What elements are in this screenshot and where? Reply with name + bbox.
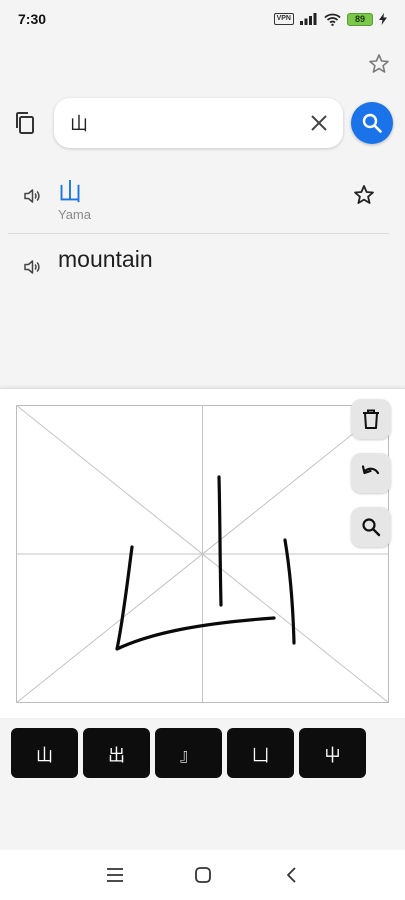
search-icon bbox=[362, 113, 382, 133]
wifi-icon bbox=[324, 13, 341, 26]
favorite-star-icon[interactable] bbox=[352, 183, 376, 207]
translation-text: mountain bbox=[58, 246, 153, 272]
handwriting-panel bbox=[0, 388, 405, 718]
undo-button[interactable] bbox=[351, 453, 391, 493]
translate-screen: 7:30 VPN 89 山 山 Yama mountain 山 出 』 凵 屮 bbox=[0, 0, 405, 900]
result-divider bbox=[8, 233, 389, 234]
search-field[interactable]: 山 bbox=[54, 98, 343, 148]
speaker-icon[interactable] bbox=[22, 186, 42, 206]
candidate-list: 山 出 』 凵 屮 bbox=[11, 728, 366, 778]
vpn-badge: VPN bbox=[273, 13, 294, 25]
undo-icon bbox=[361, 465, 380, 475]
status-time: 7:30 bbox=[18, 11, 47, 27]
clear-icon[interactable] bbox=[307, 111, 331, 135]
copy-icon[interactable] bbox=[12, 110, 38, 136]
delete-button[interactable] bbox=[351, 399, 391, 439]
trash-icon bbox=[363, 409, 379, 429]
home-nav-icon[interactable] bbox=[192, 864, 214, 886]
candidate-button[interactable]: 屮 bbox=[299, 728, 366, 778]
search-button[interactable] bbox=[351, 102, 393, 144]
candidate-button[interactable]: 出 bbox=[83, 728, 150, 778]
romanization-text: Yama bbox=[58, 207, 91, 222]
speaker-icon[interactable] bbox=[22, 257, 42, 277]
system-nav-bar bbox=[0, 850, 405, 900]
status-icons: VPN 89 bbox=[273, 12, 387, 26]
back-nav-icon[interactable] bbox=[280, 864, 302, 886]
search-icon bbox=[362, 518, 381, 537]
battery-indicator: 89 bbox=[347, 12, 373, 26]
status-bar: 7:30 VPN 89 bbox=[0, 0, 405, 38]
candidate-button[interactable]: 』 bbox=[155, 728, 222, 778]
signal-icon bbox=[300, 13, 318, 25]
handwriting-search-button[interactable] bbox=[351, 507, 391, 547]
source-word: 山 bbox=[58, 179, 82, 206]
handwriting-canvas[interactable] bbox=[15, 404, 390, 704]
menu-nav-icon[interactable] bbox=[104, 864, 126, 886]
saved-star-icon[interactable] bbox=[367, 52, 391, 76]
charging-icon bbox=[379, 13, 387, 25]
candidate-button[interactable]: 凵 bbox=[227, 728, 294, 778]
search-input[interactable]: 山 bbox=[70, 110, 307, 136]
candidate-button[interactable]: 山 bbox=[11, 728, 78, 778]
